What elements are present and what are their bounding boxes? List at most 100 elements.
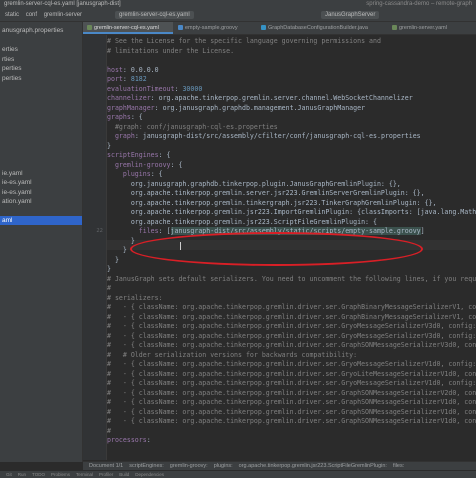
code-line: org.apache.tinkerpop.gremlin.server.jsr2…	[107, 189, 425, 199]
code-token: }	[107, 255, 119, 264]
code-token: : {	[170, 160, 183, 169]
code-line: # - { className: org.apache.tinkerpop.gr…	[107, 303, 476, 313]
run-config-selector[interactable]: JanusGraphServer	[321, 11, 380, 19]
groovy-file-icon	[178, 25, 183, 31]
tab-graph-database-config-builder[interactable]: GraphDatabaseConfigurationBuilder.java	[257, 22, 387, 34]
code-line: # - { className: org.apache.tinkerpop.gr…	[107, 341, 476, 351]
project-tree-item[interactable]: ie.yaml	[0, 169, 82, 178]
tool-window-button[interactable]: Profiler	[99, 472, 113, 477]
code-line: scriptEngines: {	[107, 151, 171, 161]
project-tree-item[interactable]	[0, 36, 82, 45]
breadcrumb-static[interactable]: static	[5, 12, 19, 18]
code-line: org.apache.tinkerpop.gremlin.tinkergraph…	[107, 199, 437, 209]
project-tree-item[interactable]	[0, 83, 82, 92]
project-tree-item[interactable]	[0, 102, 82, 111]
code-line: # serializers:	[107, 294, 163, 304]
code-line: graphs: {	[107, 113, 143, 123]
project-tree-item[interactable]	[0, 131, 82, 140]
code-token: : {	[158, 151, 171, 159]
structure-breadcrumb[interactable]: org.apache.tinkerpop.gremlin.jsr223.Scri…	[239, 463, 387, 469]
project-tree-item[interactable]	[0, 207, 82, 216]
code-line: port: 8182	[107, 75, 147, 85]
project-tree-item[interactable]	[0, 93, 82, 102]
project-tree-item[interactable]: rties	[0, 55, 82, 64]
structure-breadcrumb[interactable]: scriptEngines:	[129, 463, 164, 469]
project-tree-item[interactable]	[0, 112, 82, 121]
tool-window-button[interactable]: Terminal	[76, 472, 93, 477]
code-token: processors	[107, 436, 147, 444]
project-tree-item[interactable]: ie-es.yaml	[0, 188, 82, 197]
code-token: }	[107, 265, 111, 273]
project-tree-item[interactable]: anusgraph.properties	[0, 26, 82, 35]
code-token: # - { className: org.apache.tinkerpop.gr…	[107, 407, 476, 416]
code-line: channelizer: org.apache.tinkerpop.gremli…	[107, 94, 413, 104]
code-token: # limitations under the License.	[107, 46, 235, 55]
code-token: # - { className: org.apache.tinkerpop.gr…	[107, 379, 476, 387]
structure-breadcrumb[interactable]: gremlin-groovy:	[170, 463, 208, 469]
code-token: #graph: conf/janusgraph-cql-es.propertie…	[107, 122, 278, 131]
code-token: # - { className: org.apache.tinkerpop.gr…	[107, 388, 476, 397]
code-token: # - { className: org.apache.tinkerpop.gr…	[107, 360, 476, 368]
code-line: #graph: conf/janusgraph-cql-es.propertie…	[107, 123, 278, 133]
code-token: plugins	[122, 170, 151, 178]
project-tree-item[interactable]: ation.yaml	[0, 197, 82, 206]
project-tree-item[interactable]	[0, 150, 82, 159]
project-tree-item[interactable]: aml	[0, 216, 82, 225]
code-token: gremlin-groovy	[114, 160, 171, 169]
project-switcher[interactable]: spring-cassandra-demo – remote-graph	[366, 0, 472, 9]
structure-breadcrumb[interactable]: plugins:	[214, 463, 233, 469]
project-tree: anusgraph.properties erties rties perties pe…	[0, 22, 83, 462]
code-token: org.apache.tinkerpop.gremlin.jsr223.Impo…	[107, 208, 476, 216]
tab-gremlin-server[interactable]: gremlin-server.yaml	[388, 22, 476, 34]
line-number-gutter: 22	[83, 35, 107, 460]
tool-window-button[interactable]: Git	[6, 472, 12, 477]
code-line: # - { className: org.apache.tinkerpop.gr…	[107, 417, 476, 427]
breadcrumb-conf[interactable]: conf	[26, 12, 37, 18]
project-tree-item[interactable]	[0, 140, 82, 149]
code-token: # - { className: org.apache.tinkerpop.gr…	[107, 417, 476, 425]
project-tree-item[interactable]	[0, 121, 82, 130]
tool-window-button[interactable]: Run	[18, 472, 26, 477]
tab-empty-sample[interactable]: empty-sample.groovy	[174, 22, 256, 34]
code-token: channelizer	[107, 94, 151, 102]
tool-window-button[interactable]: Build	[119, 472, 129, 477]
code-token: graphManager	[107, 103, 155, 112]
code-token: org.apache.tinkerpop.gremlin.tinkergraph…	[107, 198, 437, 207]
window-title: gremlin-server-cql-es.yaml [janusgraph-d…	[4, 1, 121, 7]
breadcrumb-file[interactable]: gremlin-server-cql-es.yaml	[115, 11, 194, 19]
project-tree-item[interactable]: perties	[0, 74, 82, 83]
title-bar: gremlin-server-cql-es.yaml [janusgraph-d…	[0, 0, 476, 9]
tool-window-button[interactable]: TODO	[32, 472, 45, 477]
code-line: host: 0.0.0.0	[107, 66, 159, 76]
code-token: : org.apache.tinkerpop.gremlin.server.ch…	[150, 94, 413, 102]
code-line: #	[107, 427, 111, 437]
breadcrumb-gremlin-server[interactable]: gremlin-server	[44, 12, 82, 18]
structure-breadcrumb[interactable]: files:	[393, 463, 404, 469]
navigation-bar: static conf gremlin-server JanusGraphSer…	[0, 9, 476, 22]
code-line: }	[107, 256, 119, 266]
project-tree-item[interactable]: perties	[0, 64, 82, 73]
project-tree-item[interactable]: erties	[0, 45, 82, 54]
project-tree-item[interactable]: ie-es.yaml	[0, 178, 82, 187]
yaml-file-icon	[87, 25, 92, 31]
code-token: graph	[114, 132, 135, 140]
code-token: host	[107, 65, 123, 74]
code-line: # - { className: org.apache.tinkerpop.gr…	[107, 379, 476, 389]
code-line: # - { className: org.apache.tinkerpop.gr…	[107, 398, 476, 408]
tab-gremlin-server-cql-es[interactable]: gremlin-server-cql-es.yaml	[83, 22, 173, 34]
code-token: }	[107, 236, 135, 245]
tool-window-button[interactable]: Problems	[51, 472, 70, 477]
annotation-circle	[130, 232, 423, 266]
code-token: scriptEngines	[107, 151, 159, 159]
code-line: # See the License for the specific langu…	[107, 37, 381, 47]
code-line: }	[107, 246, 127, 256]
tool-window-button[interactable]: Dependencies	[135, 472, 164, 477]
code-line: }	[107, 142, 111, 152]
project-tree-item[interactable]	[0, 159, 82, 168]
code-token: evaluationTimeout	[107, 84, 175, 93]
structure-breadcrumb[interactable]: Document 1/1	[89, 463, 123, 469]
code-token: : {	[150, 170, 163, 178]
code-token: 8182	[130, 75, 147, 83]
code-line: # - { className: org.apache.tinkerpop.gr…	[107, 370, 476, 380]
code-token: # - { className: org.apache.tinkerpop.gr…	[107, 322, 476, 330]
